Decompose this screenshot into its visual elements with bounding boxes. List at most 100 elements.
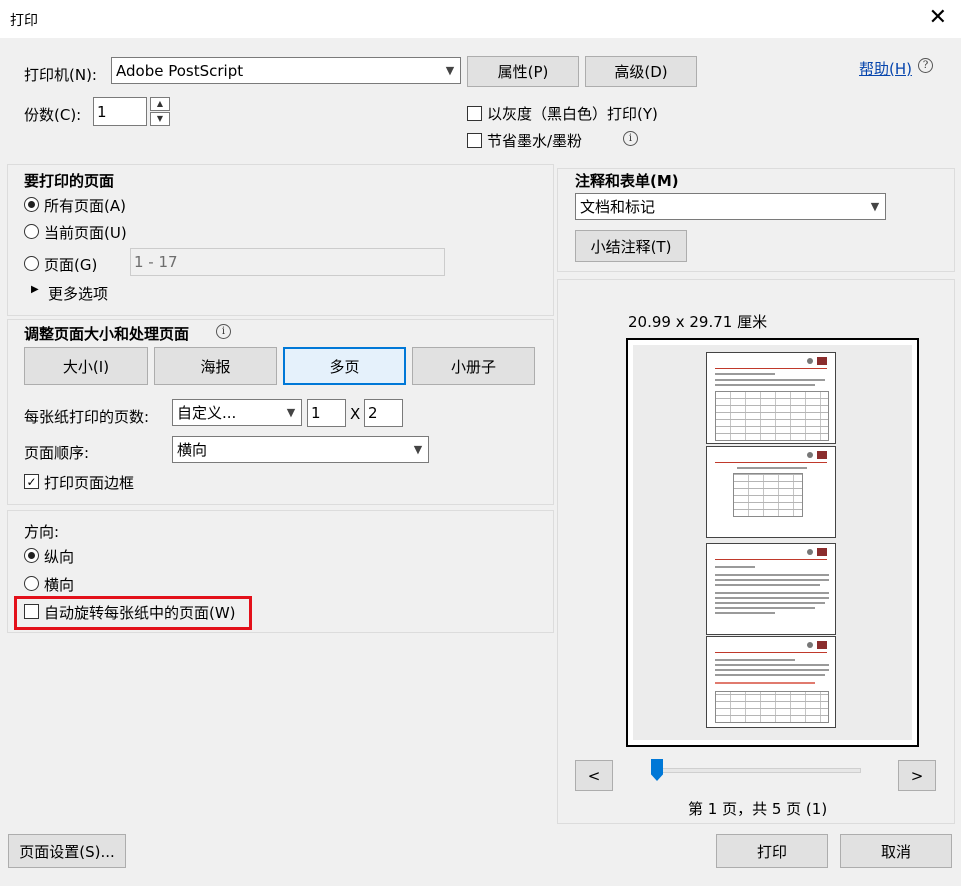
- help-icon[interactable]: ?: [918, 58, 933, 73]
- print-border-checkbox[interactable]: ✓: [24, 474, 39, 489]
- help-link[interactable]: 帮助(H): [859, 58, 912, 79]
- title-bar: 打印 ✕: [0, 0, 961, 38]
- logo-icon: [817, 451, 827, 459]
- seal-icon: [807, 452, 813, 458]
- chevron-down-icon: ▼: [286, 406, 296, 419]
- previous-page-button[interactable]: <: [575, 760, 613, 791]
- pages-per-sheet-value: 自定义...: [177, 404, 237, 422]
- text-line: [715, 592, 829, 594]
- sizing-heading: 调整页面大小和处理页面: [24, 325, 190, 343]
- print-border-label: 打印页面边框: [44, 474, 135, 492]
- text-line: [715, 682, 815, 684]
- text-line: [715, 669, 829, 671]
- tab-size[interactable]: 大小(I): [24, 347, 148, 385]
- chevron-down-icon: ▼: [445, 64, 455, 77]
- expand-triangle-icon[interactable]: ▶: [31, 284, 39, 295]
- preview-frame: [626, 338, 919, 747]
- current-page-radio[interactable]: [24, 224, 39, 239]
- page-slider-track[interactable]: [651, 768, 861, 773]
- cancel-button[interactable]: 取消: [840, 834, 952, 868]
- text-line: [715, 574, 829, 576]
- rows-input[interactable]: 2: [364, 399, 403, 427]
- text-line: [715, 674, 825, 676]
- text-line: [715, 607, 815, 609]
- window-title: 打印: [10, 13, 38, 29]
- text-line: [715, 566, 755, 568]
- save-ink-checkbox[interactable]: [467, 133, 482, 148]
- properties-button[interactable]: 属性(P): [467, 56, 579, 87]
- copies-spin-down[interactable]: ▼: [150, 112, 170, 126]
- all-pages-label: 所有页面(A): [44, 197, 126, 215]
- info-icon[interactable]: i: [216, 324, 231, 339]
- portrait-label: 纵向: [44, 548, 75, 566]
- header-rule: [715, 559, 827, 560]
- table-thumbnail: [715, 691, 829, 723]
- text-line: [715, 612, 775, 614]
- auto-rotate-checkbox[interactable]: [24, 604, 39, 619]
- next-page-button[interactable]: >: [898, 760, 936, 791]
- header-rule: [715, 462, 827, 463]
- table-thumbnail: [733, 473, 803, 517]
- thumbnail-page-1: [706, 352, 836, 444]
- page-range-input[interactable]: 1 - 17: [130, 248, 445, 276]
- text-line: [715, 384, 815, 386]
- text-line: [715, 664, 829, 666]
- header-rule: [715, 368, 827, 369]
- tab-booklet[interactable]: 小册子: [412, 347, 535, 385]
- copies-spin-up[interactable]: ▲: [150, 97, 170, 111]
- close-icon[interactable]: ✕: [929, 6, 947, 30]
- grayscale-checkbox[interactable]: [467, 106, 482, 121]
- text-line: [715, 579, 829, 581]
- current-page-label: 当前页面(U): [44, 224, 127, 242]
- all-pages-radio[interactable]: [24, 197, 39, 212]
- text-line: [715, 602, 825, 604]
- portrait-radio[interactable]: [24, 548, 39, 563]
- printer-label: 打印机(N):: [24, 66, 97, 84]
- print-button[interactable]: 打印: [716, 834, 828, 868]
- times-label: X: [350, 405, 361, 423]
- thumbnail-page-3: [706, 543, 836, 635]
- page-order-label: 页面顺序:: [24, 444, 90, 462]
- text-line: [715, 373, 775, 375]
- tab-poster[interactable]: 海报: [154, 347, 277, 385]
- page-setup-button[interactable]: 页面设置(S)...: [8, 834, 126, 868]
- grayscale-label: 以灰度（黑白色）打印(Y): [487, 105, 658, 123]
- copies-input[interactable]: 1: [93, 97, 147, 126]
- paper-size-text: 20.99 x 29.71 厘米: [628, 313, 768, 331]
- seal-icon: [807, 642, 813, 648]
- printer-select[interactable]: Adobe PostScript ▼: [111, 57, 461, 84]
- comments-selected-value: 文档和标记: [580, 198, 656, 216]
- landscape-label: 横向: [44, 576, 75, 594]
- chevron-down-icon: ▼: [413, 443, 423, 456]
- columns-input[interactable]: 1: [307, 399, 346, 427]
- seal-icon: [807, 549, 813, 555]
- header-rule: [715, 652, 827, 653]
- advanced-button[interactable]: 高级(D): [585, 56, 697, 87]
- more-options-link[interactable]: 更多选项: [48, 283, 108, 304]
- text-line: [715, 379, 825, 381]
- save-ink-label: 节省墨水/墨粉: [487, 132, 583, 150]
- summarize-comments-button[interactable]: 小结注释(T): [575, 230, 687, 262]
- comments-heading: 注释和表单(M): [575, 172, 679, 190]
- seal-icon: [807, 358, 813, 364]
- printer-selected-value: Adobe PostScript: [116, 61, 244, 80]
- comments-select[interactable]: 文档和标记 ▼: [575, 193, 886, 220]
- text-line: [715, 584, 820, 586]
- page-order-select[interactable]: 横向 ▼: [172, 436, 429, 463]
- logo-icon: [817, 548, 827, 556]
- page-order-value: 横向: [177, 441, 208, 459]
- text-line: [715, 597, 829, 599]
- pages-per-sheet-select[interactable]: 自定义... ▼: [172, 399, 302, 426]
- thumbnail-page-4: [706, 636, 836, 728]
- pages-to-print-heading: 要打印的页面: [24, 172, 115, 190]
- info-icon[interactable]: i: [623, 131, 638, 146]
- pages-per-sheet-label: 每张纸打印的页数:: [24, 408, 150, 426]
- page-status-text: 第 1 页，共 5 页 (1): [688, 800, 828, 818]
- landscape-radio[interactable]: [24, 576, 39, 591]
- tab-multiple[interactable]: 多页: [283, 347, 406, 385]
- orientation-heading: 方向:: [24, 523, 60, 541]
- text-line: [715, 659, 795, 661]
- page-range-radio[interactable]: [24, 256, 39, 271]
- chevron-down-icon: ▼: [870, 200, 880, 213]
- copies-label: 份数(C):: [24, 106, 82, 124]
